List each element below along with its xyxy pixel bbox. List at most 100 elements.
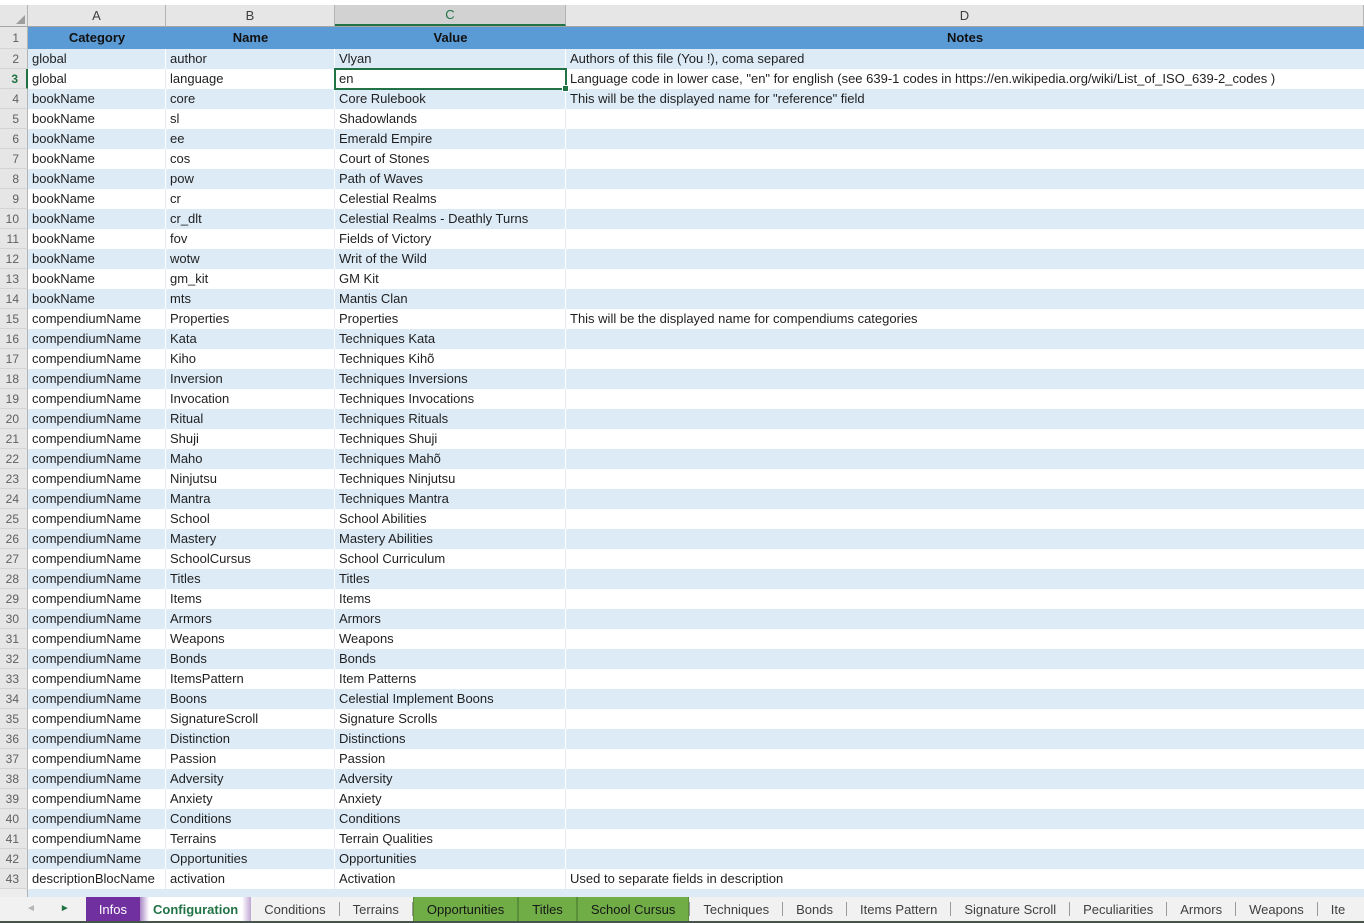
cell-notes[interactable]: [566, 389, 1364, 409]
cell-value[interactable]: Distinctions: [335, 729, 566, 749]
row-number[interactable]: 17: [0, 349, 28, 369]
cell-category[interactable]: compendiumName: [28, 829, 166, 849]
sheet-tab-bonds[interactable]: Bonds: [783, 897, 846, 921]
row-number[interactable]: 7: [0, 149, 28, 169]
cell-value[interactable]: Conditions: [335, 809, 566, 829]
cell-name[interactable]: mts: [166, 289, 335, 309]
cell-category[interactable]: compendiumName: [28, 609, 166, 629]
sheet-tab-peculiarities[interactable]: Peculiarities: [1070, 897, 1166, 921]
cell-notes[interactable]: [566, 369, 1364, 389]
row-number[interactable]: 15: [0, 309, 28, 329]
sheet-tab-terrains[interactable]: Terrains: [340, 897, 412, 921]
cell-value[interactable]: Titles: [335, 569, 566, 589]
cell-value[interactable]: Celestial Realms: [335, 189, 566, 209]
row-number[interactable]: 23: [0, 469, 28, 489]
cell-value[interactable]: Techniques Ninjutsu: [335, 469, 566, 489]
cell-category[interactable]: compendiumName: [28, 669, 166, 689]
row-number[interactable]: 10: [0, 209, 28, 229]
cell-notes[interactable]: [566, 129, 1364, 149]
cell-notes[interactable]: [566, 649, 1364, 669]
cell-category[interactable]: bookName: [28, 149, 166, 169]
cell-category[interactable]: compendiumName: [28, 469, 166, 489]
row-number[interactable]: 42: [0, 849, 28, 869]
cell-notes[interactable]: [566, 729, 1364, 749]
cell-category[interactable]: compendiumName: [28, 749, 166, 769]
table-header-name[interactable]: Name: [166, 27, 335, 49]
cell-notes[interactable]: [566, 409, 1364, 429]
cell-name[interactable]: ItemsPattern: [166, 669, 335, 689]
cell-name[interactable]: Items: [166, 589, 335, 609]
cell-name[interactable]: cr_dlt: [166, 209, 335, 229]
cell-notes[interactable]: [566, 149, 1364, 169]
row-number[interactable]: 27: [0, 549, 28, 569]
row-number[interactable]: 4: [0, 89, 28, 109]
cell-value[interactable]: Armors: [335, 609, 566, 629]
cell-category[interactable]: compendiumName: [28, 449, 166, 469]
cell-category[interactable]: compendiumName: [28, 489, 166, 509]
cell-category[interactable]: compendiumName: [28, 709, 166, 729]
row-number[interactable]: 30: [0, 609, 28, 629]
cell-value[interactable]: Writ of the Wild: [335, 249, 566, 269]
cell-value[interactable]: Techniques Inversions: [335, 369, 566, 389]
cell-category[interactable]: global: [28, 69, 166, 89]
cell-value[interactable]: Passion: [335, 749, 566, 769]
cell-name[interactable]: Armors: [166, 609, 335, 629]
cell-value[interactable]: School Abilities: [335, 509, 566, 529]
cell-notes[interactable]: [566, 449, 1364, 469]
cell-notes[interactable]: [566, 509, 1364, 529]
cell-notes[interactable]: [566, 249, 1364, 269]
column-header-d[interactable]: D: [566, 5, 1364, 26]
cell-value[interactable]: Item Patterns: [335, 669, 566, 689]
sheet-tab-configuration[interactable]: Configuration: [140, 897, 251, 921]
cell-category[interactable]: compendiumName: [28, 529, 166, 549]
cell-name[interactable]: Ritual: [166, 409, 335, 429]
cell-name[interactable]: activation: [166, 869, 335, 889]
cell-name[interactable]: School: [166, 509, 335, 529]
cell-value[interactable]: Techniques Shuji: [335, 429, 566, 449]
cell-category[interactable]: compendiumName: [28, 589, 166, 609]
cell-category[interactable]: bookName: [28, 249, 166, 269]
cell-name[interactable]: Properties: [166, 309, 335, 329]
cell-name[interactable]: Ninjutsu: [166, 469, 335, 489]
cell-value[interactable]: en: [335, 69, 566, 89]
cell-name[interactable]: Weapons: [166, 629, 335, 649]
row-number[interactable]: 18: [0, 369, 28, 389]
cell-category[interactable]: compendiumName: [28, 429, 166, 449]
cell-notes[interactable]: [566, 549, 1364, 569]
cell-notes[interactable]: [566, 469, 1364, 489]
cell-name[interactable]: Mastery: [166, 529, 335, 549]
cell-notes[interactable]: [566, 489, 1364, 509]
cell-value[interactable]: Bonds: [335, 649, 566, 669]
cell-value[interactable]: Techniques Kata: [335, 329, 566, 349]
cell-category[interactable]: compendiumName: [28, 349, 166, 369]
row-number[interactable]: 22: [0, 449, 28, 469]
row-number[interactable]: 38: [0, 769, 28, 789]
table-header-notes[interactable]: Notes: [566, 27, 1364, 49]
cell-notes[interactable]: [566, 289, 1364, 309]
row-number[interactable]: 37: [0, 749, 28, 769]
row-number[interactable]: 28: [0, 569, 28, 589]
cell-value[interactable]: Adversity: [335, 769, 566, 789]
cell-value[interactable]: Anxiety: [335, 789, 566, 809]
cell-category[interactable]: compendiumName: [28, 789, 166, 809]
row-number[interactable]: 31: [0, 629, 28, 649]
cell-value[interactable]: Signature Scrolls: [335, 709, 566, 729]
cell-category[interactable]: bookName: [28, 109, 166, 129]
cell-category[interactable]: global: [28, 49, 166, 69]
cell-name[interactable]: Anxiety: [166, 789, 335, 809]
cell-notes[interactable]: [566, 829, 1364, 849]
cell-value[interactable]: GM Kit: [335, 269, 566, 289]
sheet-tab-ite[interactable]: Ite: [1318, 897, 1358, 921]
cell-category[interactable]: compendiumName: [28, 329, 166, 349]
tabs-scroll-right-icon[interactable]: ►: [60, 904, 70, 914]
cell-notes[interactable]: [566, 709, 1364, 729]
table-header-value[interactable]: Value: [335, 27, 566, 49]
row-number[interactable]: 6: [0, 129, 28, 149]
cell-name[interactable]: wotw: [166, 249, 335, 269]
cell-name[interactable]: Inversion: [166, 369, 335, 389]
row-number[interactable]: 32: [0, 649, 28, 669]
cell-category[interactable]: compendiumName: [28, 409, 166, 429]
cell-name[interactable]: Mantra: [166, 489, 335, 509]
row-number[interactable]: 39: [0, 789, 28, 809]
cell-category[interactable]: bookName: [28, 169, 166, 189]
